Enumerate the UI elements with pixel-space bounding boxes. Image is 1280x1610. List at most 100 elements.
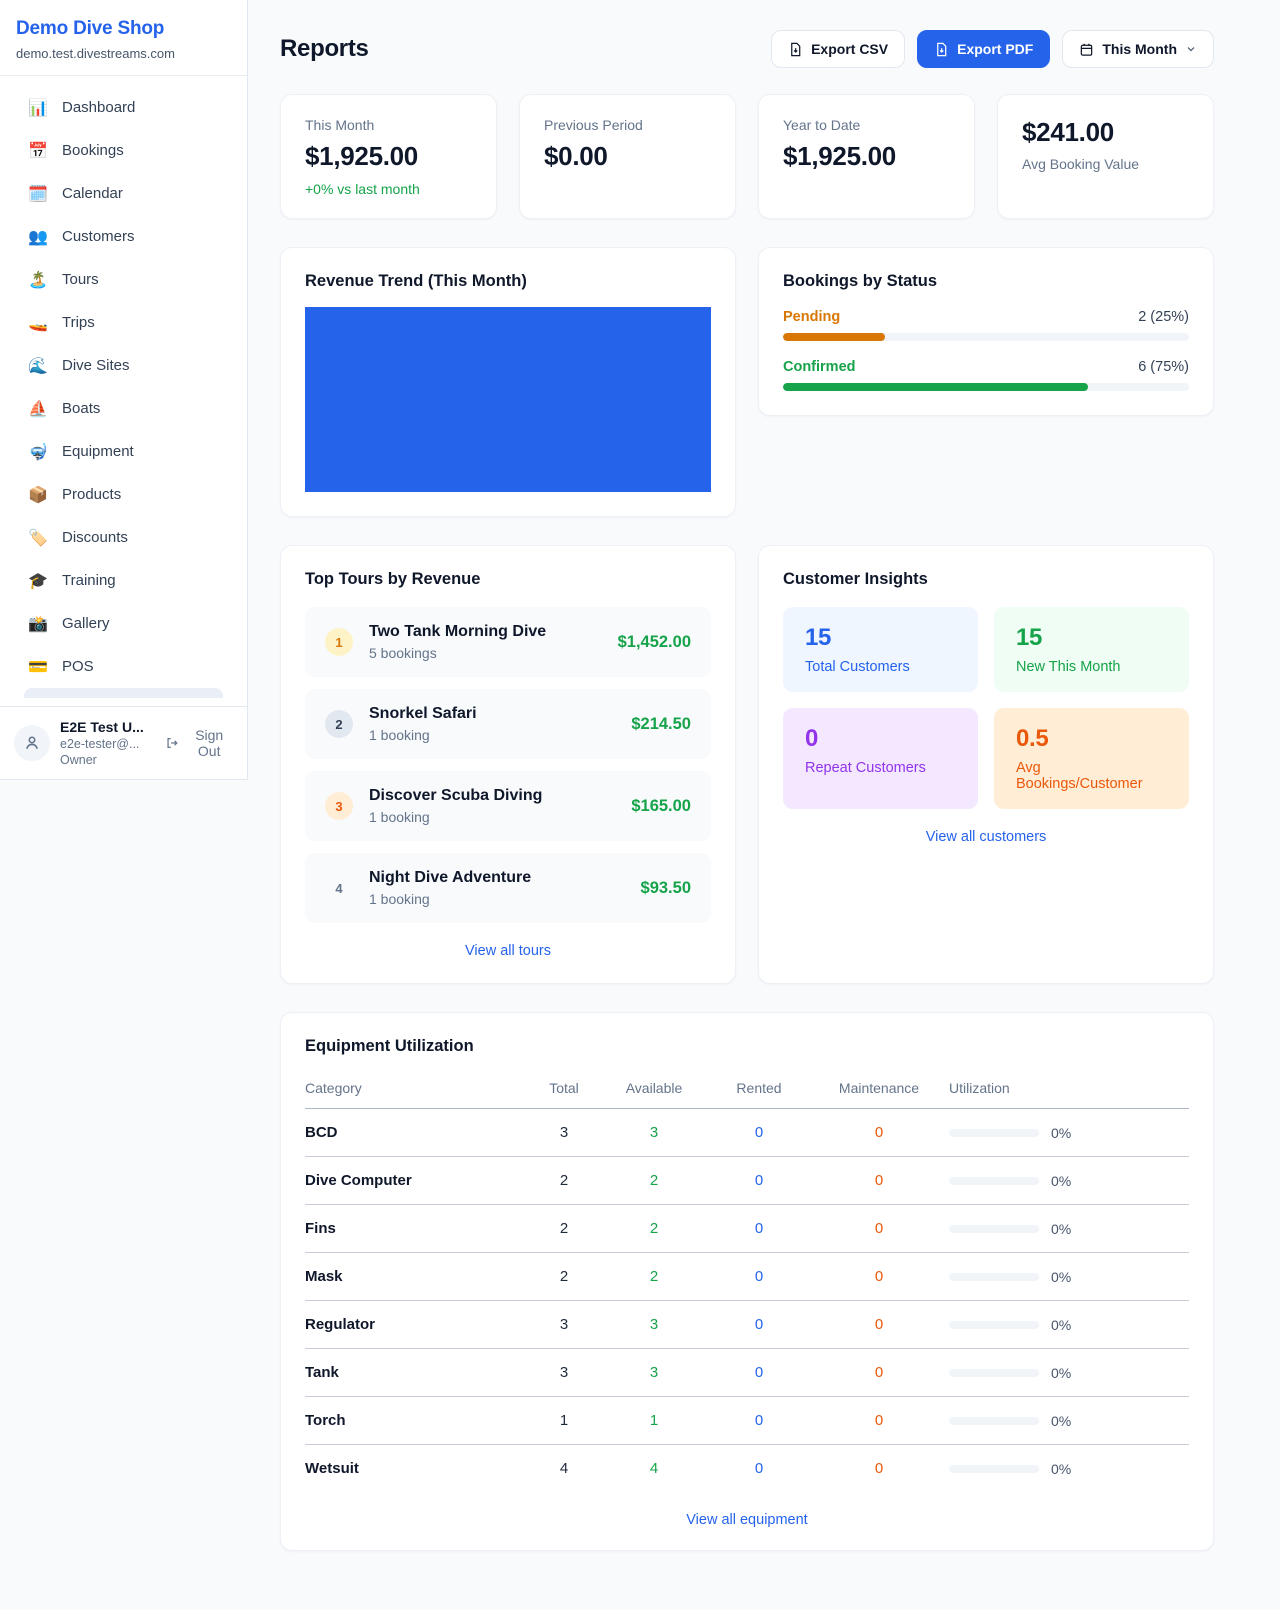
sidebar-item-label: Tours [62,271,99,288]
sidebar-item-customers[interactable]: 👥 Customers [12,215,235,258]
equip-total: 4 [529,1445,599,1493]
equip-category: Torch [305,1397,529,1445]
sidebar-item-label: Trips [62,314,95,331]
equip-available: 3 [599,1349,709,1397]
view-all-tours-link[interactable]: View all tours [465,943,551,959]
avatar [14,725,50,761]
insight-value: 15 [1016,624,1167,652]
sidebar-item-trips[interactable]: 🚤 Trips [12,301,235,344]
user-panel: E2E Test U... e2e-tester@... Owner Sign … [0,706,247,779]
insight-value: 0 [805,725,956,753]
top-tours-title: Top Tours by Revenue [305,570,711,589]
stat-value: $0.00 [544,141,711,172]
equip-category: BCD [305,1109,529,1157]
utilization-pct: 0% [1051,1125,1071,1141]
package-icon: 📦 [28,485,48,505]
utilization-cell: 0% [949,1173,1189,1189]
sidebar-item-tours[interactable]: 🏝️ Tours [12,258,235,301]
tour-row: 4 Night Dive Adventure 1 booking $93.50 [305,853,711,923]
stat-value: $1,925.00 [305,141,472,172]
sidebar-item-gallery[interactable]: 📸 Gallery [12,602,235,645]
sidebar-item-partially-visible[interactable] [24,688,223,698]
equip-rented: 0 [709,1205,809,1253]
bookings-by-status-card: Bookings by Status Pending 2 (25%) Confi… [758,247,1214,416]
people-icon: 👥 [28,227,48,247]
sidebar-item-label: Products [62,486,121,503]
equip-rented: 0 [709,1301,809,1349]
tour-bookings: 1 booking [369,891,531,907]
equip-category: Regulator [305,1301,529,1349]
utilization-pct: 0% [1051,1317,1071,1333]
utilization-cell: 0% [949,1125,1189,1141]
status-bar-track [783,383,1189,391]
spiral-calendar-icon: 🗓️ [28,184,48,204]
equip-rented: 0 [709,1445,809,1493]
sidebar-item-equipment[interactable]: 🤿 Equipment [12,430,235,473]
equipment-row: Fins 2 2 0 0 0% [305,1205,1189,1253]
equip-category: Fins [305,1205,529,1253]
sidebar-item-products[interactable]: 📦 Products [12,473,235,516]
period-label: This Month [1102,41,1177,57]
charts-row: Revenue Trend (This Month) Bookings by S… [280,247,1214,517]
equip-maintenance: 0 [809,1301,949,1349]
top-tours-card: Top Tours by Revenue 1 Two Tank Morning … [280,545,736,984]
equip-rented: 0 [709,1397,809,1445]
equipment-row: Dive Computer 2 2 0 0 0% [305,1157,1189,1205]
sidebar-item-label: Equipment [62,443,134,460]
sidebar-item-boats[interactable]: ⛵ Boats [12,387,235,430]
tour-bookings: 1 booking [369,809,542,825]
rank-badge: 2 [325,710,353,738]
equipment-table-header: Category Total Available Rented Maintena… [305,1074,1189,1109]
status-label: Confirmed [783,359,856,375]
sidebar-item-discounts[interactable]: 🏷️ Discounts [12,516,235,559]
equip-available: 1 [599,1397,709,1445]
view-all-customers-link[interactable]: View all customers [926,829,1047,845]
sailboat-icon: ⛵ [28,399,48,419]
equip-category: Mask [305,1253,529,1301]
logout-icon [165,735,179,751]
export-pdf-button[interactable]: Export PDF [917,30,1050,68]
equip-maintenance: 0 [809,1397,949,1445]
sidebar: Demo Dive Shop demo.test.divestreams.com… [0,0,248,780]
sidebar-item-training[interactable]: 🎓 Training [12,559,235,602]
tour-bookings: 5 bookings [369,645,546,661]
status-row-confirmed: Confirmed 6 (75%) [783,359,1189,391]
sidebar-item-label: Discounts [62,529,128,546]
insight-label: Avg Bookings/Customer [1016,760,1167,792]
user-email: e2e-tester@... [60,737,155,751]
header-actions: Export CSV Export PDF This Month [771,30,1214,68]
period-dropdown[interactable]: This Month [1062,30,1214,68]
equip-category: Wetsuit [305,1445,529,1493]
sidebar-item-label: Customers [62,228,135,245]
col-total: Total [529,1074,599,1109]
status-bar-fill [783,383,1088,391]
status-bar-fill [783,333,885,341]
sidebar-item-dashboard[interactable]: 📊 Dashboard [12,86,235,129]
sidebar-item-dive-sites[interactable]: 🌊 Dive Sites [12,344,235,387]
page-header: Reports Export CSV Export PDF [280,30,1214,68]
revenue-trend-chart [305,307,711,492]
sign-out-button[interactable]: Sign Out [165,727,233,759]
equip-maintenance: 0 [809,1109,949,1157]
equip-total: 3 [529,1301,599,1349]
utilization-cell: 0% [949,1461,1189,1477]
equip-rented: 0 [709,1109,809,1157]
utilization-cell: 0% [949,1269,1189,1285]
sidebar-item-bookings[interactable]: 📅 Bookings [12,129,235,172]
insight-tile-repeat-customers: 0 Repeat Customers [783,708,978,809]
utilization-pct: 0% [1051,1269,1071,1285]
equip-total: 2 [529,1157,599,1205]
tour-amount: $165.00 [631,797,691,816]
tour-name: Snorkel Safari [369,705,477,723]
equip-available: 2 [599,1253,709,1301]
shop-domain: demo.test.divestreams.com [16,46,231,61]
sidebar-item-calendar[interactable]: 🗓️ Calendar [12,172,235,215]
tour-row: 1 Two Tank Morning Dive 5 bookings $1,45… [305,607,711,677]
equip-total: 3 [529,1109,599,1157]
sidebar-item-label: Dashboard [62,99,135,116]
tour-row: 2 Snorkel Safari 1 booking $214.50 [305,689,711,759]
view-all-equipment-link[interactable]: View all equipment [686,1512,807,1528]
tour-amount: $93.50 [641,879,691,898]
sidebar-item-pos[interactable]: 💳 POS [12,645,235,688]
export-csv-button[interactable]: Export CSV [771,30,905,68]
